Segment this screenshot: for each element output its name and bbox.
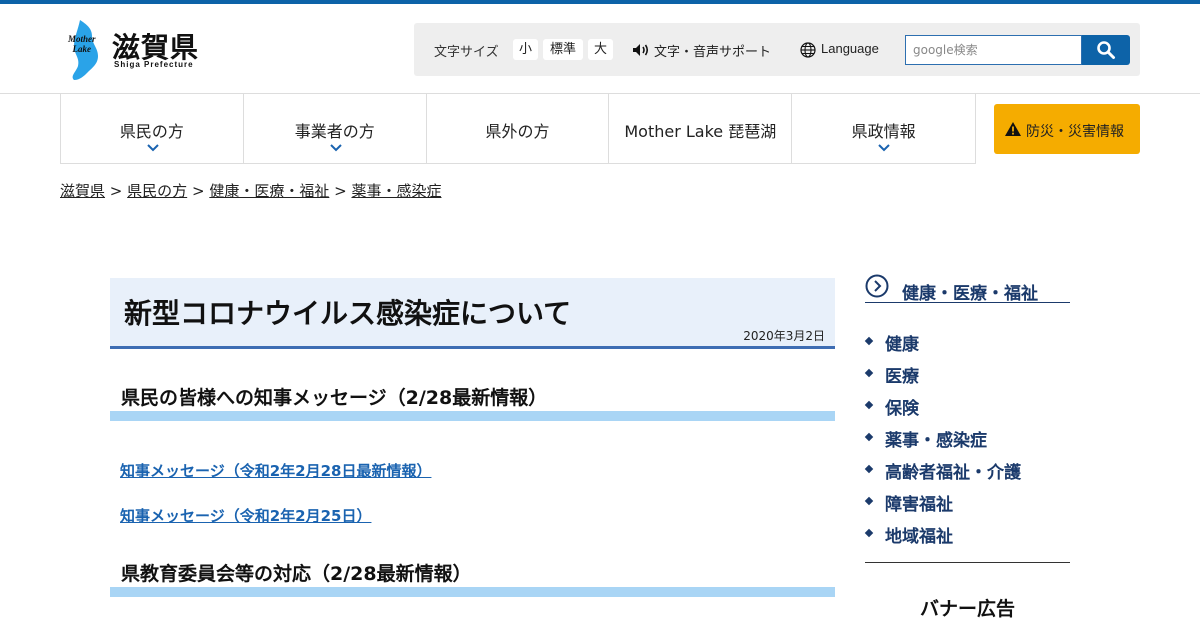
diamond-bullet-icon xyxy=(864,432,874,442)
sidebar-item-insurance[interactable]: 保険 xyxy=(864,390,1070,422)
speech-support-link[interactable]: 文字・音声サポート xyxy=(654,41,771,60)
disaster-info-button[interactable]: 防災・災害情報 xyxy=(994,104,1140,154)
speaker-icon xyxy=(633,44,649,56)
update-date: 2020年3月2日 xyxy=(743,329,825,343)
language-link[interactable]: Language xyxy=(821,41,879,56)
heading-underline xyxy=(110,411,835,421)
warning-icon xyxy=(1005,122,1021,136)
diamond-bullet-icon xyxy=(864,496,874,506)
diamond-bullet-icon xyxy=(864,400,874,410)
nav-item-mother-lake[interactable]: Mother Lake 琵琶湖 xyxy=(609,94,793,163)
sidebar-item-label: 健康 xyxy=(885,335,919,355)
breadcrumb: 滋賀県 > 県民の方 > 健康・医療・福祉 > 薬事・感染症 xyxy=(60,180,441,201)
banner-ad-title: バナー広告 xyxy=(919,598,1015,620)
disaster-info-label: 防災・災害情報 xyxy=(1026,124,1124,140)
sidebar-item-pharma-infection[interactable]: 薬事・感染症 xyxy=(864,422,1070,454)
nav-item-label: 県民の方 xyxy=(119,122,184,141)
sidebar-item-label: 薬事・感染症 xyxy=(885,431,987,451)
chevron-right-circle-icon xyxy=(865,274,889,298)
logo-mark-text: Mother Lake xyxy=(68,34,96,54)
text-size-standard-button[interactable]: 標準 xyxy=(543,39,583,60)
section-heading: 県民の皆様への知事メッセージ（2/28最新情報） xyxy=(110,377,835,421)
text-size-small-button[interactable]: 小 xyxy=(513,39,538,60)
page-title-box: 新型コロナウイルス感染症について 2020年3月2日 xyxy=(110,278,835,349)
section-heading-text: 県教育委員会等の対応（2/28最新情報） xyxy=(121,563,472,585)
diamond-bullet-icon xyxy=(864,528,874,538)
sidebar-item-disability[interactable]: 障害福祉 xyxy=(864,486,1070,518)
nav-item-outside[interactable]: 県外の方 xyxy=(427,94,610,163)
governor-message-link[interactable]: 知事メッセージ（令和2年2月25日） xyxy=(120,505,371,526)
sidebar-item-medical[interactable]: 医療 xyxy=(864,358,1070,390)
chevron-down-icon xyxy=(147,144,159,152)
breadcrumb-link[interactable]: 薬事・感染症 xyxy=(351,182,441,200)
sidebar-item-health[interactable]: 健康 xyxy=(864,326,1070,358)
chevron-down-icon xyxy=(330,144,342,152)
global-nav: 県民の方 事業者の方 県外の方 Mother Lake 琵琶湖 県政情報 xyxy=(60,94,976,164)
text-size-large-button[interactable]: 大 xyxy=(588,39,613,60)
nav-item-label: 事業者の方 xyxy=(294,122,375,141)
section-heading: 県教育委員会等の対応（2/28最新情報） xyxy=(110,553,835,597)
breadcrumb-link[interactable]: 県民の方 xyxy=(127,182,187,200)
globe-icon xyxy=(800,42,816,58)
search-icon xyxy=(1097,41,1115,59)
breadcrumb-link[interactable]: 健康・医療・福祉 xyxy=(209,182,329,200)
breadcrumb-separator: > xyxy=(191,182,205,200)
nav-item-label: Mother Lake 琵琶湖 xyxy=(624,122,777,141)
breadcrumb-separator: > xyxy=(334,182,347,200)
search-button[interactable] xyxy=(1082,35,1130,65)
sidebar-item-label: 高齢者福祉・介護 xyxy=(885,463,1021,483)
nav-item-label: 県政情報 xyxy=(851,122,916,141)
site-header: Mother Lake 滋賀県 Shiga Prefecture 文字サイズ 小 … xyxy=(0,4,1200,94)
nav-item-label: 県外の方 xyxy=(485,122,550,141)
breadcrumb-separator: > xyxy=(109,182,123,200)
page-title: 新型コロナウイルス感染症について xyxy=(124,297,572,330)
sidebar-item-label: 地域福祉 xyxy=(885,527,953,547)
diamond-bullet-icon xyxy=(864,368,874,378)
sidebar-item-label: 保険 xyxy=(885,399,919,419)
utility-bar: 文字サイズ 小 標準 大 文字・音声サポート Language xyxy=(414,23,1140,76)
nav-item-business[interactable]: 事業者の方 xyxy=(244,94,427,163)
sidebar-item-elderly-care[interactable]: 高齢者福祉・介護 xyxy=(864,454,1070,486)
diamond-bullet-icon xyxy=(864,336,874,346)
sidebar-heading[interactable]: 健康・医療・福祉 xyxy=(865,274,1070,304)
sidebar-list: 健康 医療 保険 薬事・感染症 高齢者福祉・介護 障害福祉 地域福祉 xyxy=(864,326,1070,550)
chevron-down-icon xyxy=(878,144,890,152)
nav-item-residents[interactable]: 県民の方 xyxy=(61,94,244,163)
search-input[interactable] xyxy=(905,35,1082,65)
breadcrumb-link[interactable]: 滋賀県 xyxy=(60,182,105,200)
text-size-label: 文字サイズ xyxy=(434,45,499,60)
heading-underline xyxy=(110,587,835,597)
nav-item-government[interactable]: 県政情報 xyxy=(792,94,975,163)
sidebar-title: 健康・医療・福祉 xyxy=(902,284,1038,304)
sidebar-item-label: 医療 xyxy=(885,367,919,387)
site-logo[interactable]: Mother Lake 滋賀県 Shiga Prefecture xyxy=(62,18,202,84)
sidebar-divider xyxy=(865,562,1070,563)
sidebar-item-community[interactable]: 地域福祉 xyxy=(864,518,1070,550)
diamond-bullet-icon xyxy=(864,464,874,474)
sidebar-item-label: 障害福祉 xyxy=(885,495,953,515)
logo-subtitle: Shiga Prefecture xyxy=(114,60,194,69)
governor-message-link[interactable]: 知事メッセージ（令和2年2月28日最新情報） xyxy=(120,460,431,481)
section-heading-text: 県民の皆様への知事メッセージ（2/28最新情報） xyxy=(121,387,548,409)
